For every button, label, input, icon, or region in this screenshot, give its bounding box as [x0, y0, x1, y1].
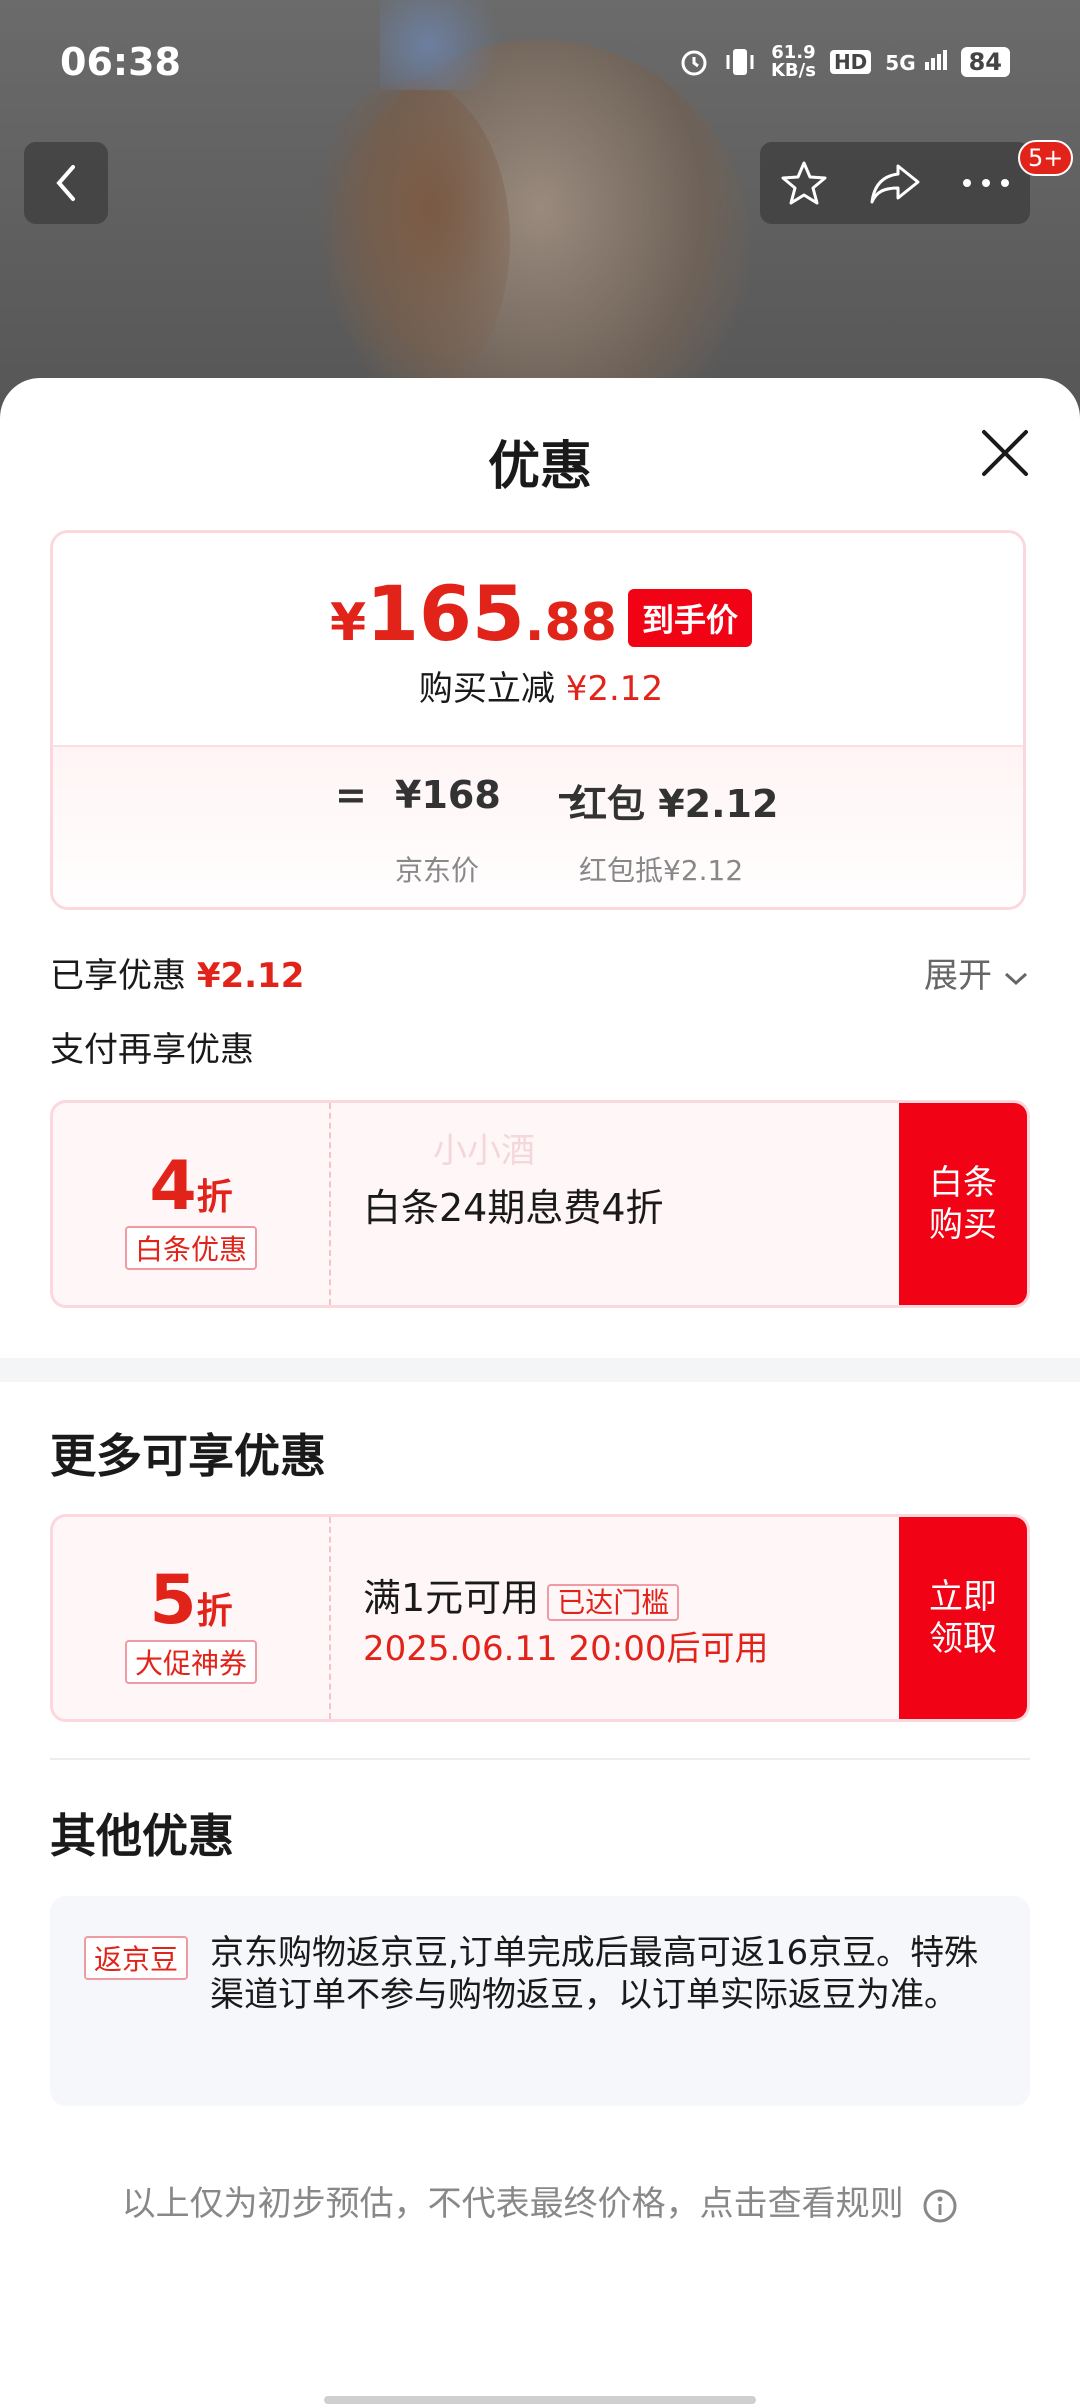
coupon-discount: 5折	[149, 1561, 233, 1640]
hd-icon: HD	[829, 50, 872, 74]
baitiao-buy-button[interactable]: 白条 购买	[899, 1103, 1027, 1305]
coupon-tag: 大促神券	[124, 1640, 257, 1684]
discount-sheet: 优惠 ¥165.88 到手价 购买立减 ¥2.12 = ¥168 − 红包 ¥2…	[0, 378, 1080, 2408]
battery-indicator: 84	[960, 47, 1010, 77]
enjoyed-discount: 已享优惠 ¥2.12	[50, 956, 305, 996]
instant-reduction: 购买立减 ¥2.12	[418, 669, 664, 709]
threshold-reached-tag: 已达门槛	[547, 1583, 680, 1621]
coupon-valid-time: 2025.06.11 20:00后可用	[363, 1629, 769, 1669]
final-price-tag: 到手价	[628, 589, 753, 647]
status-time: 06:38	[60, 40, 181, 84]
bean-tag: 返京豆	[84, 1936, 189, 1980]
redpack-label: 红包抵¥2.12	[579, 854, 744, 887]
bean-text: 京东购物返京豆,订单完成后最高可返16京豆。特殊渠道订单不参与购物返豆，以订单实…	[210, 1933, 979, 2015]
watermark: 小小酒	[433, 1131, 535, 1171]
jd-bean-card: 返京豆 京东购物返京豆,订单完成后最高可返16京豆。特殊渠道订单不参与购物返豆，…	[50, 1896, 1030, 2106]
status-bar: 06:38 61.9 KB/s HD 5G 84	[0, 0, 1080, 120]
signal-5g-icon: 5G	[885, 49, 947, 75]
chevron-left-icon	[56, 165, 75, 201]
coupon-condition: 满1元可用 已达门槛	[363, 1567, 680, 1622]
claim-coupon-button[interactable]: 立即 领取	[899, 1517, 1027, 1719]
redpack-amount: 红包 ¥2.12	[569, 782, 779, 826]
message-badge: 5+	[1018, 140, 1074, 176]
home-indicator[interactable]	[324, 2396, 756, 2404]
chevron-down-icon	[1004, 972, 1027, 986]
jd-price: ¥168	[395, 773, 501, 817]
coupon-discount: 4折	[149, 1147, 233, 1226]
back-button[interactable]	[24, 142, 108, 224]
more-icon[interactable]	[961, 176, 1011, 190]
model-hair	[310, 80, 510, 400]
pay-more-title: 支付再享优惠	[50, 1030, 254, 1070]
rules-note[interactable]: 以上仅为初步预估，不代表最终价格，点击查看规则	[0, 2176, 1080, 2225]
price-breakdown: = ¥168 − 红包 ¥2.12 京东价 红包抵¥2.12	[53, 745, 1023, 907]
more-discounts-title: 更多可享优惠	[50, 1429, 326, 1483]
alarm-icon	[681, 50, 707, 76]
jd-price-label: 京东价	[395, 854, 480, 887]
divider	[50, 1758, 1030, 1760]
sheet-title: 优惠	[487, 437, 592, 497]
star-icon[interactable]	[779, 158, 829, 208]
baitiao-coupon: 4折 白条优惠 小小酒 白条24期息费4折 白条 购买	[50, 1100, 1030, 1308]
price-card: ¥165.88 到手价 购买立减 ¥2.12 = ¥168 − 红包 ¥2.12…	[50, 530, 1026, 910]
final-price: ¥165.88 到手价	[53, 569, 1023, 658]
vibrate-icon	[726, 49, 754, 75]
network-speed: 61.9 KB/s	[770, 42, 816, 81]
section-divider	[0, 1358, 1080, 1382]
coupon-text: 白条24期息费4折	[363, 1186, 664, 1230]
status-icons: 61.9 KB/s HD 5G 84	[679, 44, 1010, 80]
close-icon[interactable]	[980, 428, 1030, 478]
promo-coupon: 5折 大促神券 满1元可用 已达门槛 2025.06.11 20:00后可用 立即…	[50, 1514, 1030, 1722]
equals-sign: =	[335, 773, 367, 817]
other-discounts-title: 其他优惠	[50, 1809, 234, 1863]
price-summary: ¥165.88 到手价 购买立减 ¥2.12	[53, 533, 1023, 745]
coupon-tag: 白条优惠	[124, 1226, 257, 1270]
top-action-group	[760, 142, 1030, 224]
info-icon[interactable]	[922, 2188, 958, 2224]
share-icon[interactable]	[868, 160, 922, 206]
expand-toggle[interactable]: 展开	[924, 948, 1029, 997]
